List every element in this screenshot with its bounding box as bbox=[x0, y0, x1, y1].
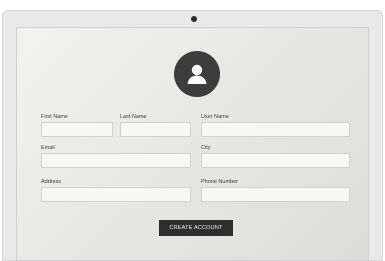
signup-screen: First Name Last Name User Name Email Cit… bbox=[16, 27, 369, 261]
address-label: Address bbox=[41, 179, 62, 185]
avatar bbox=[174, 51, 220, 97]
city-field[interactable] bbox=[201, 153, 350, 168]
user-icon bbox=[187, 64, 207, 84]
last-name-field[interactable] bbox=[120, 122, 191, 137]
user-name-field[interactable] bbox=[201, 122, 350, 137]
create-account-button[interactable]: CREATE ACCOUNT bbox=[159, 220, 233, 236]
phone-number-field[interactable] bbox=[201, 187, 350, 202]
first-name-label: First Name bbox=[41, 114, 68, 120]
first-name-field[interactable] bbox=[41, 122, 113, 137]
email-field[interactable] bbox=[41, 153, 191, 168]
last-name-label: Last Name bbox=[120, 114, 147, 120]
phone-number-label: Phone Number bbox=[201, 179, 238, 185]
city-label: City bbox=[201, 145, 211, 151]
camera-icon bbox=[191, 16, 197, 22]
email-label: Email bbox=[41, 145, 55, 151]
user-name-label: User Name bbox=[201, 114, 229, 120]
address-field[interactable] bbox=[41, 187, 191, 202]
